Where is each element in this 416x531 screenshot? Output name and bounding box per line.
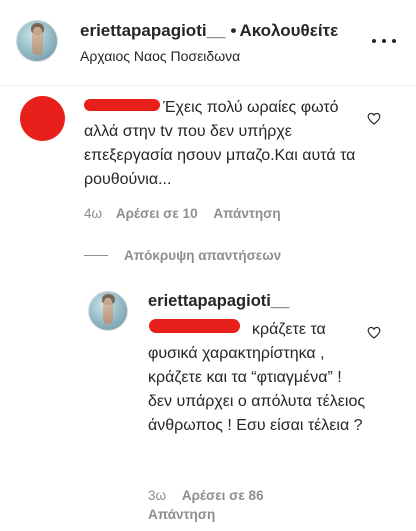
more-dot [392, 39, 396, 43]
comment-meta: 4ω Αρέσει σε 10 Απάντηση [84, 206, 281, 221]
post-header: eriettapapagioti__ • Ακολουθείτε Αρχαιος Ν… [0, 0, 416, 86]
reply-author-username[interactable]: eriettapapagioti__ [148, 292, 289, 311]
reply-text: κράζετε τα φυσικά χαρακτηρίστηκα , κράζε… [148, 321, 366, 434]
hide-replies-button[interactable]: Απόκρυψη απαντήσεων [84, 246, 281, 264]
following-button[interactable]: Ακολουθείτε [239, 21, 338, 40]
reply-reply-button[interactable]: Απάντηση [148, 507, 215, 522]
hide-replies-label: Απόκρυψη απαντήσεων [124, 247, 282, 263]
author-username[interactable]: eriettapapagioti__ [80, 21, 226, 40]
comment-likes[interactable]: Αρέσει σε 10 [116, 206, 198, 221]
commenter-avatar-redacted[interactable] [20, 96, 65, 141]
avatar-figure [103, 297, 114, 325]
more-dot [382, 39, 386, 43]
reply-mention-redaction [149, 319, 240, 333]
commenter-username-redaction [84, 99, 160, 111]
reply-time[interactable]: 3ω [148, 488, 166, 503]
heart-outline-icon[interactable] [367, 326, 381, 339]
more-horizontal-icon[interactable] [372, 36, 396, 46]
comment-reply-button[interactable]: Απάντηση [213, 206, 280, 221]
author-line: eriettapapagioti__ • Ακολουθείτε [80, 21, 338, 41]
author-avatar[interactable] [16, 20, 58, 62]
reply-likes[interactable]: Αρέσει σε 86 [182, 488, 264, 503]
more-dot [372, 39, 376, 43]
avatar-figure [32, 27, 43, 55]
reply-author-avatar[interactable] [88, 291, 128, 331]
reply-meta: 3ω Αρέσει σε 86 [148, 488, 264, 503]
separator-dot: • [230, 21, 237, 40]
heart-outline-icon[interactable] [367, 112, 381, 125]
comment-time[interactable]: 4ω [84, 206, 102, 221]
replies-divider-line [84, 254, 108, 256]
post-location[interactable]: Αρχαιος Ναος Ποσειδωνα [80, 48, 240, 64]
